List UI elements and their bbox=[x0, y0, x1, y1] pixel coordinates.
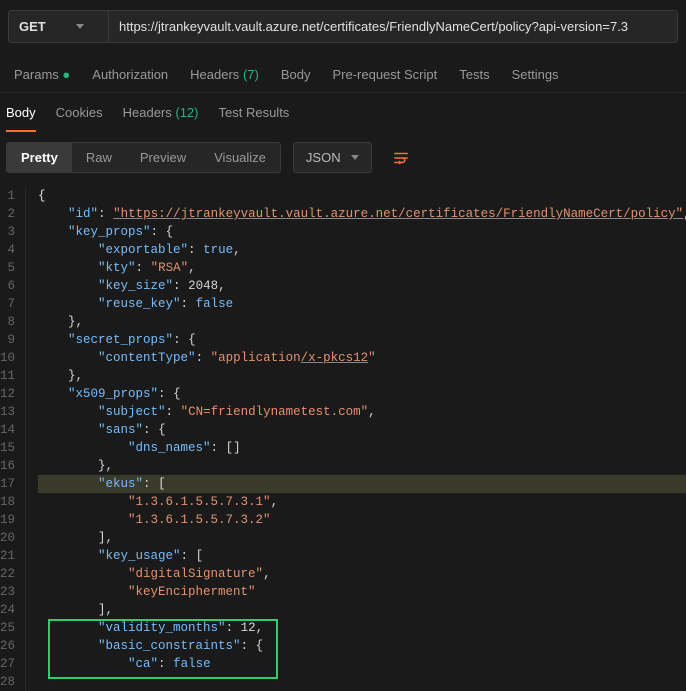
language-select[interactable]: JSON bbox=[293, 142, 372, 173]
request-bar: GET https://jtrankeyvault.vault.azure.ne… bbox=[0, 0, 686, 53]
view-mode-preview[interactable]: Preview bbox=[126, 143, 200, 172]
tab-headers[interactable]: Headers (7) bbox=[190, 67, 259, 82]
http-method-text: GET bbox=[19, 19, 46, 34]
tab-tests[interactable]: Tests bbox=[459, 67, 489, 82]
subtab-test-results[interactable]: Test Results bbox=[219, 105, 290, 132]
line-gutter: 1234567891011121314151617181920212223242… bbox=[0, 187, 26, 691]
subtab-cookies[interactable]: Cookies bbox=[56, 105, 103, 132]
response-tabs: Body Cookies Headers (12) Test Results bbox=[0, 93, 686, 132]
http-method-select[interactable]: GET bbox=[8, 10, 108, 43]
view-mode-pretty[interactable]: Pretty bbox=[7, 143, 72, 172]
wrap-lines-button[interactable] bbox=[386, 143, 416, 173]
url-input[interactable]: https://jtrankeyvault.vault.azure.net/ce… bbox=[108, 10, 678, 43]
chevron-down-icon bbox=[351, 155, 359, 160]
tab-settings[interactable]: Settings bbox=[512, 67, 559, 82]
language-text: JSON bbox=[306, 150, 341, 165]
code-area: 1234567891011121314151617181920212223242… bbox=[0, 183, 686, 691]
view-mode-raw[interactable]: Raw bbox=[72, 143, 126, 172]
tab-prerequest[interactable]: Pre-request Script bbox=[332, 67, 437, 82]
subtab-body[interactable]: Body bbox=[6, 105, 36, 132]
tab-authorization[interactable]: Authorization bbox=[92, 67, 168, 82]
code-body[interactable]: { "id": "https://jtrankeyvault.vault.azu… bbox=[26, 187, 686, 691]
tab-body[interactable]: Body bbox=[281, 67, 311, 82]
view-mode-group: Pretty Raw Preview Visualize bbox=[6, 142, 281, 173]
request-tabs: Params ● Authorization Headers (7) Body … bbox=[0, 53, 686, 93]
tab-params[interactable]: Params ● bbox=[14, 67, 70, 82]
wrap-lines-icon bbox=[392, 149, 410, 167]
subtab-headers[interactable]: Headers (12) bbox=[123, 105, 199, 132]
chevron-down-icon bbox=[76, 24, 84, 29]
response-toolbar: Pretty Raw Preview Visualize JSON bbox=[0, 132, 686, 183]
view-mode-visualize[interactable]: Visualize bbox=[200, 143, 280, 172]
